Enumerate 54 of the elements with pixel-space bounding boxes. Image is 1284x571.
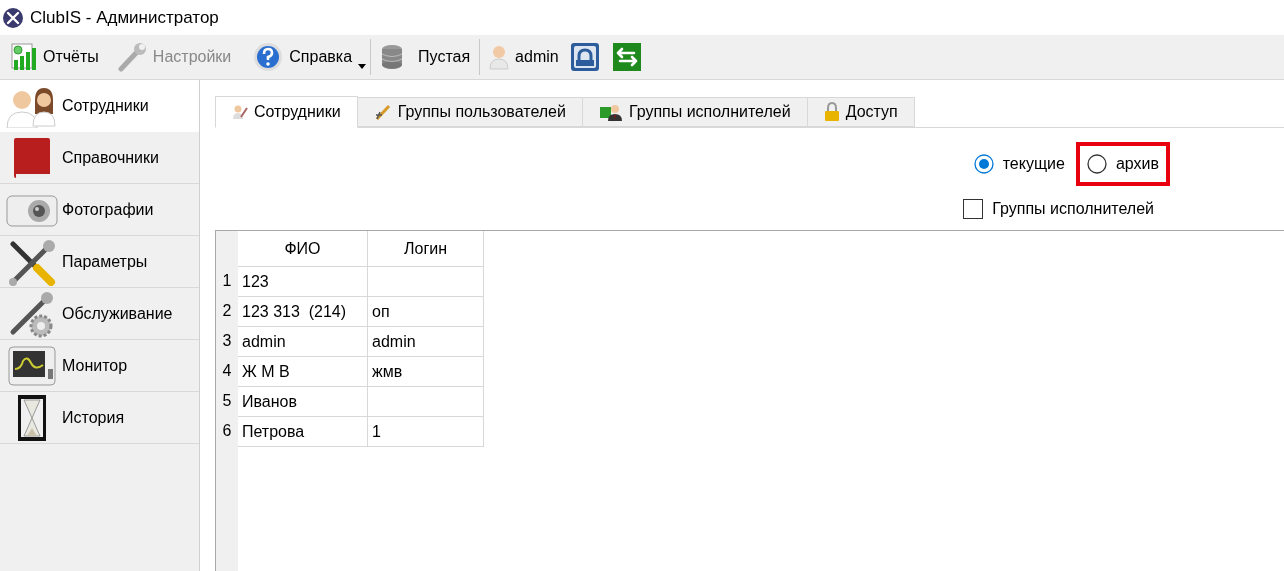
row-number: 2 <box>221 301 233 321</box>
tools-icon <box>7 237 57 286</box>
tab[interactable]: Сотрудники <box>215 96 358 128</box>
row-number: 3 <box>221 331 233 351</box>
database-icon <box>380 44 405 70</box>
row-number: 5 <box>221 391 233 411</box>
tab[interactable]: Группы исполнителей <box>582 97 808 127</box>
table-cell: 123 313 (214) <box>238 296 368 327</box>
monitor-icon <box>7 344 57 387</box>
user-pencil-icon <box>232 104 248 120</box>
checkbox-option[interactable]: Группы исполнителей <box>963 199 1154 219</box>
exchange-arrows-icon[interactable] <box>611 42 642 72</box>
table-cell: Петрова <box>238 416 368 447</box>
row-number: 4 <box>221 361 233 381</box>
toolbar-button[interactable]: Пустая <box>375 39 476 75</box>
table-cell: admin <box>238 326 368 357</box>
tab[interactable]: Группы пользователей <box>357 97 583 127</box>
table-cell: жмв <box>367 356 484 387</box>
sidebar-item[interactable]: Обслуживание <box>0 288 199 340</box>
sidebar-item[interactable]: Фотографии <box>0 184 199 236</box>
radio-option[interactable]: текущие <box>962 142 1076 186</box>
sidebar-item[interactable]: История <box>0 392 199 444</box>
table-cell: Иванов <box>238 386 368 417</box>
column-header[interactable]: ФИО <box>238 231 368 267</box>
wrench-icon <box>116 42 147 72</box>
window-title: ClubIS - Администратор <box>30 7 219 28</box>
table-cell: 1 <box>367 416 484 447</box>
chart-icon <box>11 43 37 71</box>
radio-icon[interactable] <box>1086 154 1107 174</box>
person-box-icon <box>598 103 623 121</box>
help-icon <box>253 42 284 72</box>
pencil-icon <box>373 103 392 121</box>
table-cell: admin <box>367 326 484 357</box>
caret-icon <box>358 64 367 69</box>
user-icon <box>489 44 510 70</box>
sidebar-item[interactable]: Справочники <box>0 132 199 184</box>
table-cell: 123 <box>238 266 368 297</box>
toolbar-button[interactable]: Отчёты <box>6 39 104 75</box>
lock-icon[interactable] <box>569 42 600 72</box>
table-cell: Ж М В <box>238 356 368 387</box>
radio-icon[interactable] <box>973 154 994 174</box>
highlighted-radio-option[interactable]: архив <box>1075 142 1170 186</box>
toolbar-button[interactable]: admin <box>484 39 564 75</box>
row-number: 6 <box>221 421 233 441</box>
padlock-icon <box>823 102 840 122</box>
sidebar-item[interactable]: Параметры <box>0 236 199 288</box>
table-cell: оп <box>367 296 484 327</box>
sidebar-item[interactable]: Сотрудники <box>0 80 199 132</box>
column-header[interactable]: Логин <box>367 231 484 267</box>
menu-button[interactable]: Справка <box>248 39 367 75</box>
tab[interactable]: Доступ <box>807 97 915 127</box>
row-number: 1 <box>221 271 233 291</box>
sidebar-item[interactable]: Монитор <box>0 340 199 392</box>
checkbox-icon[interactable] <box>963 199 984 219</box>
